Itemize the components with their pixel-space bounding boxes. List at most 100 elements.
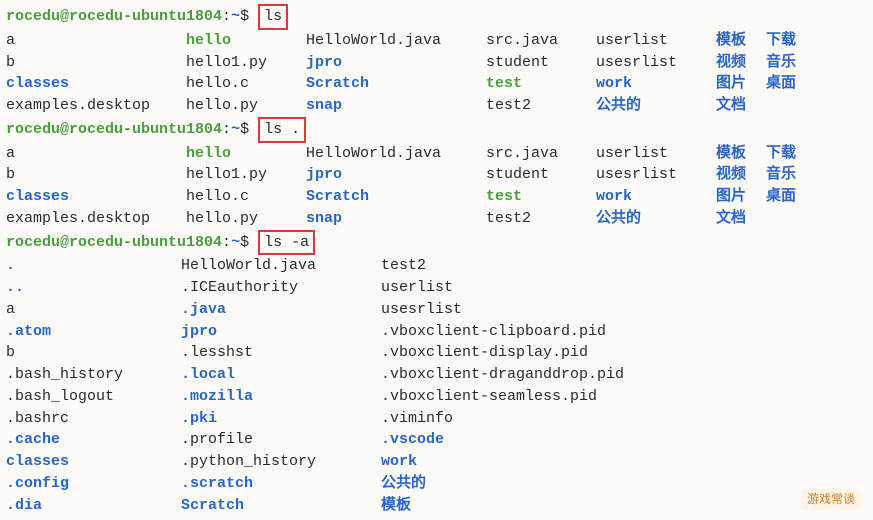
file-entry: . — [6, 255, 181, 277]
file-entry: .dia — [6, 495, 181, 517]
file-entry: b — [6, 164, 186, 186]
file-entry: .vboxclient-seamless.pid — [381, 386, 781, 408]
ls-row: a.javausesrlist — [6, 299, 867, 321]
prompt-line-3[interactable]: rocedu@rocedu-ubuntu1804:~$ ls -a — [6, 230, 867, 256]
ls-row: classes.python_historywork — [6, 451, 867, 473]
file-entry: usesrlist — [381, 299, 781, 321]
prompt-path: ~ — [231, 121, 240, 138]
file-entry: .mozilla — [181, 386, 381, 408]
ls-row: ahelloHelloWorld.javasrc.javauserlist模板下… — [6, 30, 867, 52]
ls-output-2: ahelloHelloWorld.javasrc.javauserlist模板下… — [6, 143, 867, 230]
file-entry: .atom — [6, 321, 181, 343]
file-entry: .java — [181, 299, 381, 321]
ls-row: ...ICEauthorityuserlist — [6, 277, 867, 299]
prompt-sep: : — [222, 121, 231, 138]
file-entry: 音乐 — [766, 164, 816, 186]
ls-a-output: .HelloWorld.javatest2...ICEauthorityuser… — [6, 255, 867, 516]
file-entry: work — [596, 186, 716, 208]
file-entry: test — [486, 186, 596, 208]
file-entry: hello1.py — [186, 52, 306, 74]
file-entry: .config — [6, 473, 181, 495]
file-entry — [766, 208, 816, 230]
file-entry: a — [6, 299, 181, 321]
file-entry: b — [6, 342, 181, 364]
ls-row: .atomjpro.vboxclient-clipboard.pid — [6, 321, 867, 343]
file-entry: hello.c — [186, 73, 306, 95]
file-entry — [766, 95, 816, 117]
file-entry: a — [6, 30, 186, 52]
file-entry: 模板 — [381, 495, 781, 517]
file-entry: 桌面 — [766, 186, 816, 208]
file-entry: hello.c — [186, 186, 306, 208]
ls-row: examples.desktophello.pysnaptest2公共的文档 — [6, 208, 867, 230]
prompt-user: rocedu@rocedu-ubuntu1804 — [6, 8, 222, 25]
file-entry: userlist — [381, 277, 781, 299]
ls-row: .cache.profile.vscode — [6, 429, 867, 451]
file-entry: b — [6, 52, 186, 74]
prompt-sep: : — [222, 234, 231, 251]
file-entry: test2 — [486, 95, 596, 117]
file-entry: .bash_logout — [6, 386, 181, 408]
prompt-symbol: $ — [240, 121, 249, 138]
file-entry: classes — [6, 73, 186, 95]
ls-row: classeshello.cScratchtestwork图片桌面 — [6, 73, 867, 95]
prompt-symbol: $ — [240, 234, 249, 251]
file-entry: Scratch — [181, 495, 381, 517]
file-entry: .cache — [6, 429, 181, 451]
file-entry: examples.desktop — [6, 208, 186, 230]
ls-row: bhello1.pyjprostudentusesrlist视频音乐 — [6, 164, 867, 186]
file-entry: usesrlist — [596, 52, 716, 74]
prompt-user: rocedu@rocedu-ubuntu1804 — [6, 234, 222, 251]
file-entry: work — [381, 451, 781, 473]
file-entry: 桌面 — [766, 73, 816, 95]
file-entry: .vboxclient-clipboard.pid — [381, 321, 781, 343]
file-entry: hello — [186, 143, 306, 165]
file-entry: .bash_history — [6, 364, 181, 386]
prompt-user: rocedu@rocedu-ubuntu1804 — [6, 121, 222, 138]
file-entry: .ICEauthority — [181, 277, 381, 299]
file-entry: 公共的 — [381, 473, 781, 495]
file-entry: 模板 — [716, 143, 766, 165]
cmd-ls-a: ls -a — [258, 230, 315, 256]
ls-row: .config.scratch公共的 — [6, 473, 867, 495]
file-entry: jpro — [306, 52, 486, 74]
file-entry: .lesshst — [181, 342, 381, 364]
file-entry: .profile — [181, 429, 381, 451]
ls-row: .bashrc.pki.viminfo — [6, 408, 867, 430]
file-entry: 文档 — [716, 208, 766, 230]
file-entry: work — [596, 73, 716, 95]
file-entry: .python_history — [181, 451, 381, 473]
prompt-path: ~ — [231, 8, 240, 25]
file-entry: Scratch — [306, 186, 486, 208]
prompt-line-2[interactable]: rocedu@rocedu-ubuntu1804:~$ ls . — [6, 117, 867, 143]
file-entry: .vboxclient-display.pid — [381, 342, 781, 364]
prompt-symbol: $ — [240, 8, 249, 25]
prompt-line-1[interactable]: rocedu@rocedu-ubuntu1804:~$ ls — [6, 4, 867, 30]
file-entry: .viminfo — [381, 408, 781, 430]
ls-row: ahelloHelloWorld.javasrc.javauserlist模板下… — [6, 143, 867, 165]
file-entry: userlist — [596, 143, 716, 165]
file-entry: 文档 — [716, 95, 766, 117]
ls-output-1: ahelloHelloWorld.javasrc.javauserlist模板下… — [6, 30, 867, 117]
file-entry: snap — [306, 95, 486, 117]
file-entry: hello.py — [186, 208, 306, 230]
file-entry: .. — [6, 277, 181, 299]
file-entry: 下载 — [766, 30, 816, 52]
file-entry: snap — [306, 208, 486, 230]
file-entry: hello1.py — [186, 164, 306, 186]
file-entry: 图片 — [716, 73, 766, 95]
file-entry: HelloWorld.java — [306, 143, 486, 165]
file-entry: 视频 — [716, 164, 766, 186]
file-entry: test2 — [486, 208, 596, 230]
file-entry: 视频 — [716, 52, 766, 74]
file-entry: 公共的 — [596, 95, 716, 117]
file-entry: .local — [181, 364, 381, 386]
file-entry: userlist — [596, 30, 716, 52]
file-entry: HelloWorld.java — [306, 30, 486, 52]
prompt-path: ~ — [231, 234, 240, 251]
prompt-sep: : — [222, 8, 231, 25]
file-entry: src.java — [486, 30, 596, 52]
file-entry: test2 — [381, 255, 781, 277]
file-entry: a — [6, 143, 186, 165]
file-entry: Scratch — [306, 73, 486, 95]
